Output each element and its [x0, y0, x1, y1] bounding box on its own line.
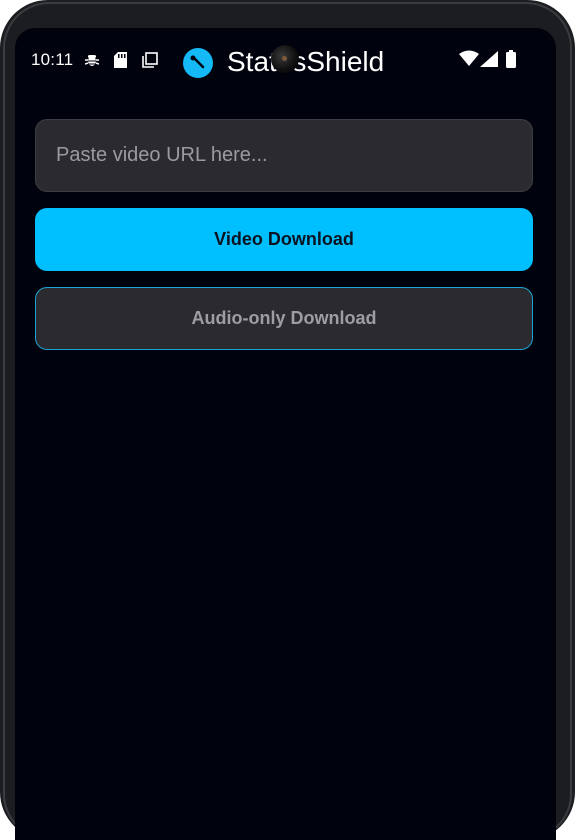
device-frame: 10:11 StatusShield Paste video URL here.… [0, 0, 575, 840]
status-time: 10:11 [31, 50, 74, 69]
copy-icon [142, 52, 158, 73]
battery-icon [506, 50, 516, 73]
audio-download-button[interactable]: Audio-only Download [35, 287, 533, 350]
app-logo-icon [183, 48, 213, 78]
sd-card-icon [114, 52, 127, 73]
screen: 10:11 StatusShield Paste video URL here.… [15, 28, 556, 840]
video-download-button[interactable]: Video Download [35, 208, 533, 271]
wifi-icon [459, 50, 479, 71]
signal-icon [480, 51, 498, 72]
status-bar: 10:11 StatusShield [15, 28, 556, 92]
app-title: StatusShield [227, 46, 385, 77]
front-camera [271, 45, 299, 73]
video-url-input[interactable] [35, 119, 533, 192]
bug-icon [84, 52, 100, 73]
